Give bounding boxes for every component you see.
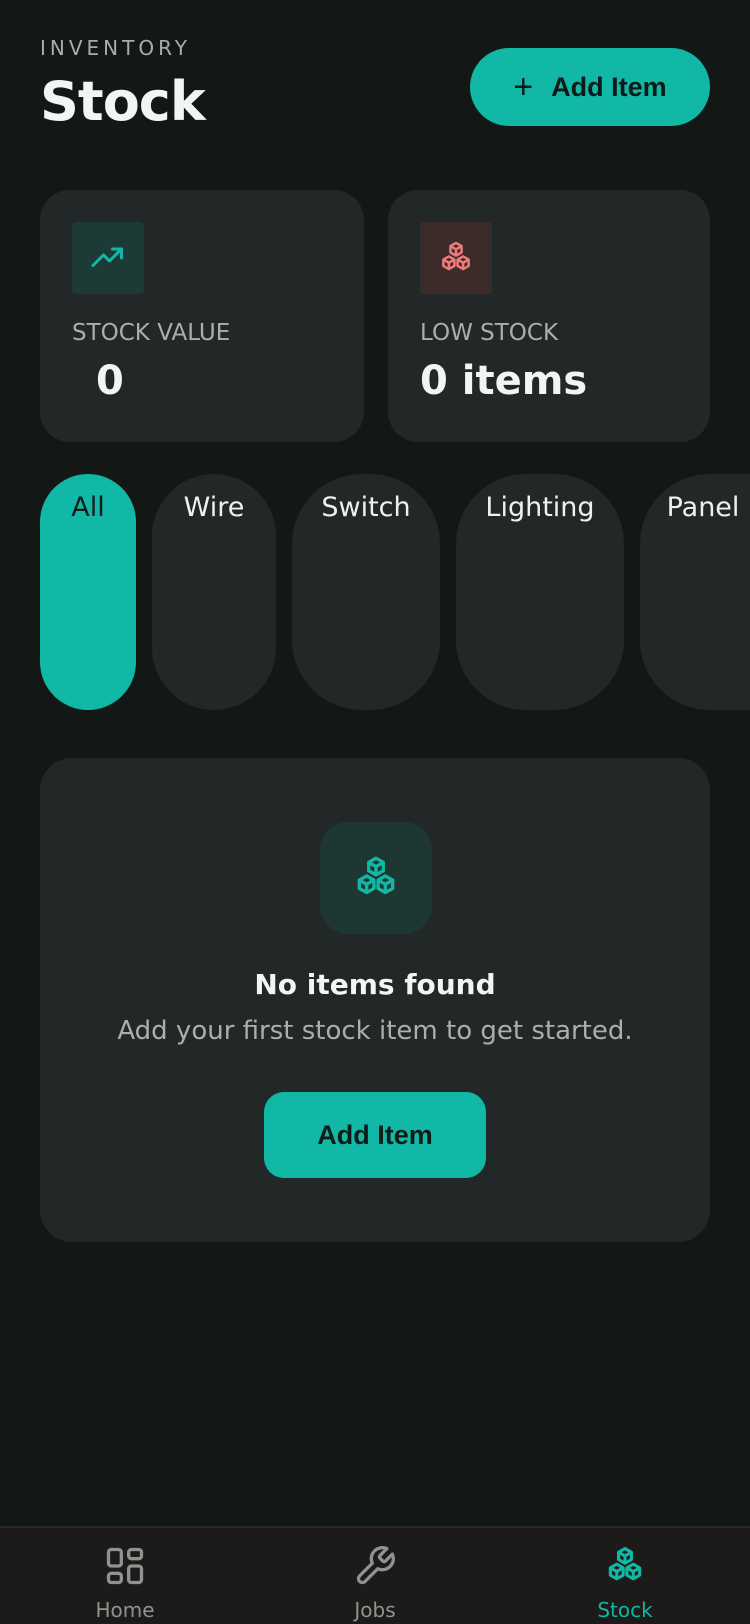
boxes-icon	[357, 856, 395, 895]
low-stock-count: 0 items	[420, 358, 588, 404]
stock-value-label: STOCK VALUE	[72, 320, 231, 346]
filter-chip-wire[interactable]: Wire	[152, 474, 276, 710]
nav-item-jobs[interactable]: Jobs	[250, 1528, 500, 1624]
low-stock-label: LOW STOCK	[420, 320, 559, 346]
nav-item-home[interactable]: Home	[0, 1528, 250, 1624]
low-stock-card: LOW STOCK 0 items	[388, 190, 710, 442]
page-title: Stock	[40, 70, 206, 133]
empty-state-subtitle: Add your first stock item to get started…	[117, 1016, 633, 1046]
nav-item-stock[interactable]: Stock	[500, 1528, 750, 1624]
grid-icon	[103, 1544, 147, 1588]
boxes-icon	[442, 241, 470, 271]
add-item-button[interactable]: + Add Item	[470, 48, 710, 126]
nav-item-label: Stock	[597, 1598, 653, 1622]
empty-state-card: No items found Add your first stock item…	[40, 758, 710, 1242]
empty-state-title: No items found	[254, 968, 496, 1001]
filter-chip-switch[interactable]: Switch	[292, 474, 440, 710]
wrench-icon	[353, 1544, 397, 1588]
stock-value-icon-box	[72, 222, 144, 294]
filter-chip-panel[interactable]: Panel	[640, 474, 750, 710]
empty-state-add-item-button[interactable]: Add Item	[264, 1092, 486, 1178]
filter-chip-label: Switch	[321, 492, 411, 523]
filter-chip-all[interactable]: All	[40, 474, 136, 710]
bottom-nav: Home Jobs Stock	[0, 1526, 750, 1624]
boxes-icon	[603, 1544, 647, 1588]
filter-chip-label: All	[71, 492, 105, 523]
header-kicker: INVENTORY	[40, 36, 191, 60]
filter-chip-label: Wire	[183, 492, 245, 523]
filter-chip-label: Panel	[666, 492, 740, 523]
category-filter-bar: All Wire Switch Lighting Panel	[0, 474, 750, 710]
plus-icon: +	[513, 68, 534, 106]
filter-chip-lighting[interactable]: Lighting	[456, 474, 624, 710]
stock-value-amount: 0	[96, 358, 124, 404]
nav-item-label: Jobs	[354, 1598, 396, 1622]
stock-value-card: STOCK VALUE 0	[40, 190, 364, 442]
nav-item-label: Home	[95, 1598, 155, 1622]
trending-up-icon	[91, 247, 123, 267]
low-stock-icon-box	[420, 222, 492, 294]
empty-state-icon-box	[320, 822, 432, 934]
add-item-button-label: Add Item	[551, 71, 667, 102]
filter-chip-label: Lighting	[485, 492, 595, 523]
